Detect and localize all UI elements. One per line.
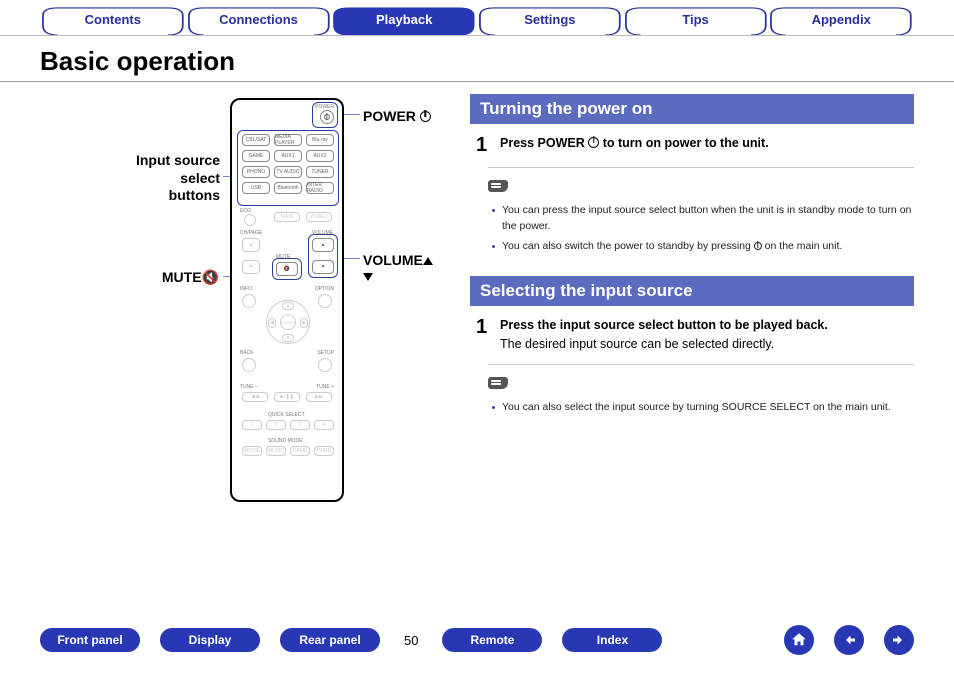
remote-illustration: POWER Input source select buttons VOLUME… [40, 94, 440, 514]
triangle-up-icon [423, 257, 433, 265]
note-item: You can press the input source select bu… [492, 203, 914, 235]
footer-rear-panel-button[interactable]: Rear panel [280, 628, 380, 652]
step-power: 1 Press POWER to turn on power to the un… [476, 134, 914, 157]
tab-label: Appendix [812, 12, 871, 27]
step-number: 1 [476, 316, 490, 354]
power-icon [420, 111, 431, 122]
tab-label: Connections [219, 12, 298, 27]
remote-body: POWER CBL/SAT MEDIA PLAYER Blu-ray GAME … [230, 98, 344, 502]
step-text: Press the input source select button to … [500, 316, 914, 335]
triangle-down-icon [363, 273, 373, 281]
note-icon [488, 377, 508, 389]
footer-remote-button[interactable]: Remote [442, 628, 542, 652]
power-icon [754, 242, 762, 250]
power-icon [588, 137, 599, 148]
arrow-right-icon [890, 631, 908, 649]
footer-index-button[interactable]: Index [562, 628, 662, 652]
tab-tips[interactable]: Tips [623, 6, 769, 35]
tab-label: Playback [376, 12, 432, 27]
note-item: You can also select the input source by … [492, 400, 914, 416]
tab-connections[interactable]: Connections [186, 6, 332, 35]
notes-power: You can press the input source select bu… [492, 203, 914, 254]
prev-page-button[interactable] [834, 625, 864, 655]
tab-settings[interactable]: Settings [477, 6, 623, 35]
step-text: Press POWER to turn on power to the unit… [500, 136, 769, 150]
tab-label: Contents [85, 12, 141, 27]
callout-power: POWER [363, 108, 431, 124]
home-button[interactable] [784, 625, 814, 655]
next-page-button[interactable] [884, 625, 914, 655]
section-heading-power: Turning the power on [470, 94, 914, 124]
page-number: 50 [400, 633, 422, 648]
step-number: 1 [476, 134, 490, 157]
note-item: You can also switch the power to standby… [492, 239, 914, 255]
callout-volume: VOLUME [363, 252, 440, 284]
step-subtext: The desired input source can be selected… [500, 335, 914, 354]
notes-source: You can also select the input source by … [492, 400, 914, 416]
tab-label: Settings [524, 12, 575, 27]
top-tabs: Contents Connections Playback Settings T… [0, 0, 954, 36]
step-source: 1 Press the input source select button t… [476, 316, 914, 354]
page-title: Basic operation [0, 36, 954, 82]
note-icon [488, 180, 508, 192]
tab-contents[interactable]: Contents [40, 6, 186, 35]
tab-label: Tips [682, 12, 709, 27]
callout-input-source: Input source select buttons [100, 152, 220, 205]
footer: Front panel Display Rear panel 50 Remote… [0, 625, 954, 655]
home-icon [790, 631, 808, 649]
footer-front-panel-button[interactable]: Front panel [40, 628, 140, 652]
arrow-left-icon [840, 631, 858, 649]
tab-appendix[interactable]: Appendix [768, 6, 914, 35]
mute-icon: 🔇 [202, 269, 219, 285]
footer-display-button[interactable]: Display [160, 628, 260, 652]
callout-mute: MUTE🔇 [135, 269, 219, 286]
tab-playback[interactable]: Playback [331, 6, 477, 35]
section-heading-source: Selecting the input source [470, 276, 914, 306]
